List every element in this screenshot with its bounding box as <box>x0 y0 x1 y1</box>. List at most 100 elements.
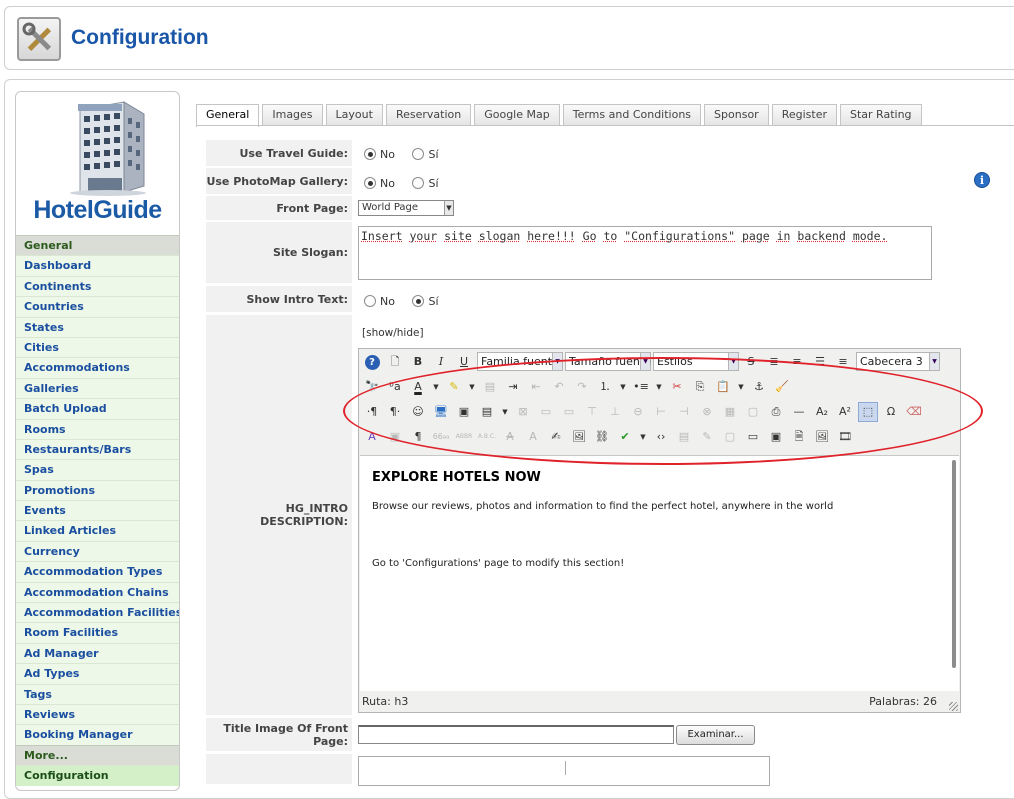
sidebar-item-linked-articles[interactable]: Linked Articles <box>16 520 179 541</box>
table-icon[interactable]: ▦ <box>720 402 740 422</box>
sidebar-item-currency[interactable]: Currency <box>16 540 179 562</box>
tab-general[interactable]: General <box>196 104 260 127</box>
page-props-icon[interactable]: ▣ <box>766 427 786 447</box>
subscript-icon[interactable]: A₂ <box>812 402 832 422</box>
photomap-no-radio[interactable] <box>364 177 376 189</box>
fullscreen-icon[interactable]: ▭ <box>743 427 763 447</box>
justify-icon[interactable]: ≣ <box>764 352 784 372</box>
blockquote-icon[interactable]: 66₉₉ <box>431 427 451 447</box>
code-icon[interactable]: ‹› <box>651 427 671 447</box>
sidebar-item-accommodation-facilities[interactable]: Accommodation Facilities <box>16 602 179 623</box>
cleanup-icon[interactable]: 🧹 <box>772 377 792 397</box>
delete-table-icon[interactable]: ⊠ <box>513 402 533 422</box>
anchor-icon[interactable]: ⚓ <box>749 377 769 397</box>
align-left-icon[interactable]: ☰ <box>810 352 830 372</box>
visual-aid-icon[interactable]: ⬚ <box>858 402 878 422</box>
text-color-icon[interactable]: A <box>408 377 428 397</box>
sidebar-item-booking-manager[interactable]: Booking Manager <box>16 724 179 745</box>
show-hide-link[interactable]: [show/hide] <box>362 327 424 339</box>
bullet-list-icon[interactable]: •≡ <box>631 377 651 397</box>
film-icon[interactable]: 🎞 <box>835 427 855 447</box>
sidebar-item-accommodation-types[interactable]: Accommodation Types <box>16 561 179 582</box>
insert-image-icon[interactable]: 🖼 <box>812 427 832 447</box>
align-center-icon[interactable]: ≡ <box>787 352 807 372</box>
delete-row-icon[interactable]: ⊖ <box>628 402 648 422</box>
delete-col-icon[interactable]: ⊗ <box>697 402 717 422</box>
resize-handle-icon[interactable] <box>949 702 958 711</box>
redo-icon[interactable]: ↷ <box>572 377 592 397</box>
sidebar-item-batch-upload[interactable]: Batch Upload <box>16 398 179 419</box>
italic-icon[interactable]: I <box>431 352 451 372</box>
sidebar-item-countries[interactable]: Countries <box>16 296 179 317</box>
travel-guide-no-radio[interactable] <box>364 148 376 160</box>
tab-star-rating[interactable]: Star Rating <box>840 104 922 126</box>
merge-cells-icon[interactable]: ▢ <box>743 402 763 422</box>
chevron-down-icon[interactable]: ▼ <box>500 402 510 422</box>
sidebar-item-continents[interactable]: Continents <box>16 275 179 297</box>
chevron-down-icon[interactable]: ▼ <box>736 377 746 397</box>
style-props-icon[interactable]: ▤ <box>477 402 497 422</box>
new-document-icon[interactable]: 🗋 <box>385 352 405 372</box>
chevron-down-icon[interactable]: ▼ <box>654 377 664 397</box>
front-page-select[interactable]: World Page ▼ <box>358 200 454 216</box>
photomap-yes-radio[interactable] <box>412 177 425 189</box>
rtl-icon[interactable]: ¶· <box>385 402 405 422</box>
ins-icon[interactable]: A <box>523 427 543 447</box>
browse-button[interactable]: Examinar... <box>676 725 755 745</box>
table-cell-props-icon[interactable]: ▭ <box>559 402 579 422</box>
tab-register[interactable]: Register <box>771 104 837 126</box>
undo-icon[interactable]: ↶ <box>549 377 569 397</box>
travel-guide-yes-radio[interactable] <box>412 148 425 160</box>
page-break-icon[interactable]: ✎ <box>697 427 717 447</box>
superscript-icon[interactable]: A² <box>835 402 855 422</box>
sidebar-item-reviews[interactable]: Reviews <box>16 703 179 725</box>
sidebar-item-ad-manager[interactable]: Ad Manager <box>16 642 179 664</box>
format-select[interactable]: Cabecera 3 ▼ <box>856 352 940 371</box>
media-icon[interactable]: 🖥 <box>431 402 451 422</box>
cut-icon[interactable]: ✂ <box>667 377 687 397</box>
sidebar-item-states[interactable]: States <box>16 316 179 337</box>
font-size-select[interactable]: Tamaño fuente ▼ <box>565 352 651 371</box>
sidebar-item-room-facilities[interactable]: Room Facilities <box>16 622 179 643</box>
emoticon-icon[interactable]: ☺ <box>408 402 428 422</box>
sidebar-item-spas[interactable]: Spas <box>16 459 179 480</box>
find-icon[interactable]: 🔭 <box>362 377 382 397</box>
nonbreaking-icon[interactable]: ▤ <box>674 427 694 447</box>
image-icon[interactable]: 🖼 <box>569 427 589 447</box>
col-before-icon[interactable]: ⊢ <box>651 402 671 422</box>
sidebar-item-accommodations[interactable]: Accommodations <box>16 357 179 378</box>
sidebar-item-general[interactable]: General <box>16 235 179 256</box>
sidebar-item-configuration[interactable]: Configuration <box>16 765 179 786</box>
replace-icon[interactable]: ᵇa <box>385 377 405 397</box>
spellcheck-icon[interactable]: ✔ <box>615 427 635 447</box>
indent-icon[interactable]: ⇥ <box>503 377 523 397</box>
paste-word-icon[interactable]: ▤ <box>480 377 500 397</box>
chevron-down-icon[interactable]: ▼ <box>431 377 441 397</box>
row-after-icon[interactable]: ⊥ <box>605 402 625 422</box>
title-image-file-input[interactable] <box>358 725 674 744</box>
sidebar-item-tags[interactable]: Tags <box>16 683 179 704</box>
special-char-icon[interactable]: Ω <box>881 402 901 422</box>
styles-icon[interactable]: A <box>362 427 382 447</box>
highlight-color-icon[interactable]: ✎ <box>444 377 464 397</box>
abbr-icon[interactable]: ABBR <box>454 427 474 447</box>
help-icon[interactable]: ? <box>362 352 382 372</box>
tab-google-map[interactable]: Google Map <box>474 104 560 126</box>
chevron-down-icon[interactable]: ▼ <box>638 427 648 447</box>
chevron-down-icon[interactable]: ▼ <box>467 377 477 397</box>
row-before-icon[interactable]: ⊤ <box>582 402 602 422</box>
tab-terms-and-conditions[interactable]: Terms and Conditions <box>562 104 702 126</box>
search-doc-icon[interactable]: 🗎 <box>789 427 809 447</box>
sidebar-item-events[interactable]: Events <box>16 500 179 521</box>
info-icon[interactable]: i <box>974 172 990 188</box>
col-after-icon[interactable]: ⊣ <box>674 402 694 422</box>
styles-select[interactable]: Estilos ▼ <box>653 352 739 371</box>
remove-format-icon[interactable]: ⌫ <box>904 402 924 422</box>
align-right-icon[interactable]: ≡ <box>833 352 853 372</box>
site-slogan-textarea[interactable]: Insert your site slogan here!!! Go to "C… <box>358 226 932 280</box>
strikethrough-icon[interactable]: S <box>741 352 761 372</box>
outdent-icon[interactable]: ⇤ <box>526 377 546 397</box>
sidebar-item-cities[interactable]: Cities <box>16 336 179 358</box>
bold-icon[interactable]: B <box>408 352 428 372</box>
editor-scrollbar[interactable] <box>952 460 956 668</box>
